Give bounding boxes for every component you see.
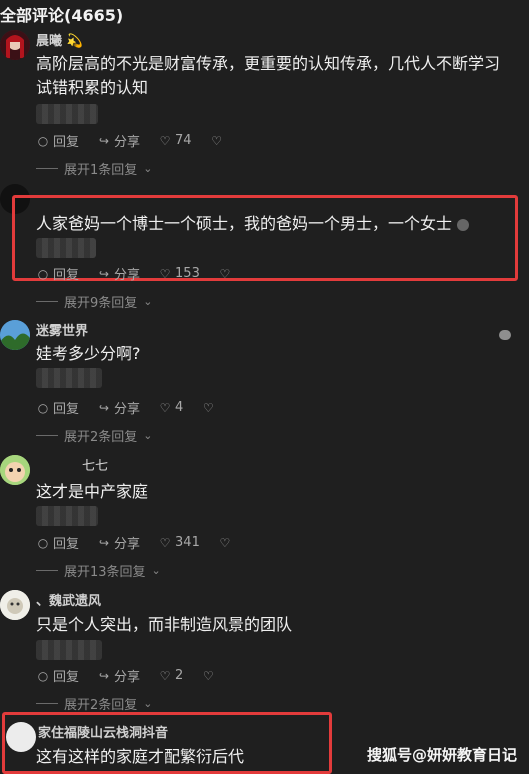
comment-bubble-icon: ○ (37, 668, 49, 683)
comment-text: 只是个人突出，而非制造风景的团队 (36, 615, 293, 634)
comment-username[interactable]: 、魏武遗风 (36, 590, 101, 609)
scrollbar-thumb[interactable] (499, 330, 511, 340)
share-button[interactable]: ↪ 分享 (97, 666, 140, 686)
avatar[interactable] (6, 722, 36, 752)
chevron-down-icon: ⌄ (143, 429, 153, 442)
divider-line (36, 570, 58, 571)
divider-line (36, 301, 58, 302)
share-button[interactable]: ↪ 分享 (97, 264, 140, 284)
heart-icon: ♡ (159, 400, 171, 415)
avatar[interactable] (0, 30, 30, 60)
avatar[interactable] (0, 320, 30, 350)
share-button[interactable]: ↪ 分享 (97, 131, 140, 151)
expand-replies[interactable]: 展开13条回复 ⌄ (36, 561, 161, 580)
dislike-button[interactable]: ♡ (201, 401, 215, 415)
share-arrow-icon: ↪ (98, 266, 110, 281)
divider-line (36, 435, 58, 436)
heart-icon: ♡ (159, 535, 171, 550)
like-button[interactable]: ♡ 74 (158, 133, 192, 148)
comment-actions: ○ 回复 ↪ 分享 ♡ 341 ♡ (36, 533, 232, 552)
dislike-button[interactable]: ♡ (218, 267, 232, 281)
broken-heart-icon: ♡ (219, 266, 231, 281)
comments-header: 全部评论(4665) (0, 6, 124, 25)
like-button[interactable]: ♡ 4 (158, 400, 184, 415)
chevron-down-icon: ⌄ (143, 697, 153, 710)
comment-text: 高阶层高的不光是财富传承，更重要的认知传承，几代人不断学习试错积累的认知 (36, 54, 501, 97)
like-button[interactable]: ♡ 153 (158, 266, 200, 281)
avatar-image (0, 30, 30, 60)
comment-text: 这才是中产家庭 (36, 482, 149, 501)
comment-username[interactable]: 家住福陵山云栈洞抖音 (38, 722, 168, 741)
comment-actions: ○ 回复 ↪ 分享 ♡ 74 ♡ (36, 131, 224, 150)
chevron-down-icon: ⌄ (143, 162, 153, 175)
avatar-image (0, 590, 30, 620)
comment-bubble-icon: ○ (37, 400, 49, 415)
avatar[interactable] (0, 590, 30, 620)
chevron-down-icon: ⌄ (151, 564, 161, 577)
comment-username[interactable]: 迷雾世界 (36, 320, 88, 339)
comment-actions: ○ 回复 ↪ 分享 ♡ 2 ♡ (36, 666, 215, 685)
reply-button[interactable]: ○ 回复 (36, 398, 79, 418)
blurred-image (36, 506, 98, 526)
comment-actions: ○ 回复 ↪ 分享 ♡ 4 ♡ (36, 398, 215, 417)
comment-text: 人家爸妈一个博士一个硕士，我的爸妈一个男士，一个女士 (36, 212, 470, 236)
comment-bubble-icon: ○ (37, 133, 49, 148)
broken-heart-icon: ♡ (202, 668, 214, 683)
expand-replies[interactable]: 展开2条回复 ⌄ (36, 426, 153, 445)
heart-icon: ♡ (159, 668, 171, 683)
divider-line (36, 168, 58, 169)
comment-text: 娃考多少分啊? (36, 344, 141, 363)
dislike-button[interactable]: ♡ (201, 669, 215, 683)
comment-username[interactable]: 七七 (82, 455, 108, 474)
dislike-button[interactable]: ♡ (210, 134, 224, 148)
blurred-image (36, 104, 98, 124)
share-button[interactable]: ↪ 分享 (97, 533, 140, 553)
like-button[interactable]: ♡ 2 (158, 668, 184, 683)
broken-heart-icon: ♡ (219, 535, 231, 550)
broken-heart-icon: ♡ (211, 133, 222, 148)
divider-line (36, 703, 58, 704)
watermark: 搜狐号@妍妍教育日记 (366, 746, 517, 764)
reply-button[interactable]: ○ 回复 (36, 264, 79, 284)
avatar-image (0, 320, 30, 350)
blurred-image (36, 238, 96, 258)
like-button[interactable]: ♡ 341 (158, 535, 200, 550)
share-arrow-icon: ↪ (98, 535, 110, 550)
comment-bubble-icon: ○ (37, 535, 49, 550)
comment-actions: ○ 回复 ↪ 分享 ♡ 153 ♡ (36, 264, 232, 283)
comment-bubble-icon: ○ (37, 266, 49, 281)
share-arrow-icon: ↪ (98, 133, 110, 148)
avatar-image (0, 455, 30, 485)
broken-heart-icon: ♡ (202, 400, 214, 415)
reply-button[interactable]: ○ 回复 (36, 666, 79, 686)
heart-icon: ♡ (159, 133, 171, 148)
blurred-image (36, 368, 102, 388)
expand-replies[interactable]: 展开9条回复 ⌄ (36, 292, 153, 311)
expand-replies[interactable]: 展开2条回复 ⌄ (36, 694, 153, 713)
emoji-icon (457, 218, 470, 231)
reply-button[interactable]: ○ 回复 (36, 131, 79, 151)
expand-replies[interactable]: 展开1条回复 ⌄ (36, 159, 153, 178)
comment-text: 这有这样的家庭才配繁衍后代 (36, 747, 245, 766)
comment-username[interactable]: 晨曦 💫 (36, 30, 83, 49)
share-button[interactable]: ↪ 分享 (97, 398, 140, 418)
blurred-image (36, 640, 102, 660)
emoji-icon: 💫 (66, 34, 83, 49)
heart-icon: ♡ (159, 266, 171, 281)
dislike-button[interactable]: ♡ (218, 536, 232, 550)
reply-button[interactable]: ○ 回复 (36, 533, 79, 553)
chevron-down-icon: ⌄ (143, 295, 153, 308)
avatar[interactable] (0, 455, 30, 485)
share-arrow-icon: ↪ (98, 668, 110, 683)
share-arrow-icon: ↪ (98, 400, 110, 415)
